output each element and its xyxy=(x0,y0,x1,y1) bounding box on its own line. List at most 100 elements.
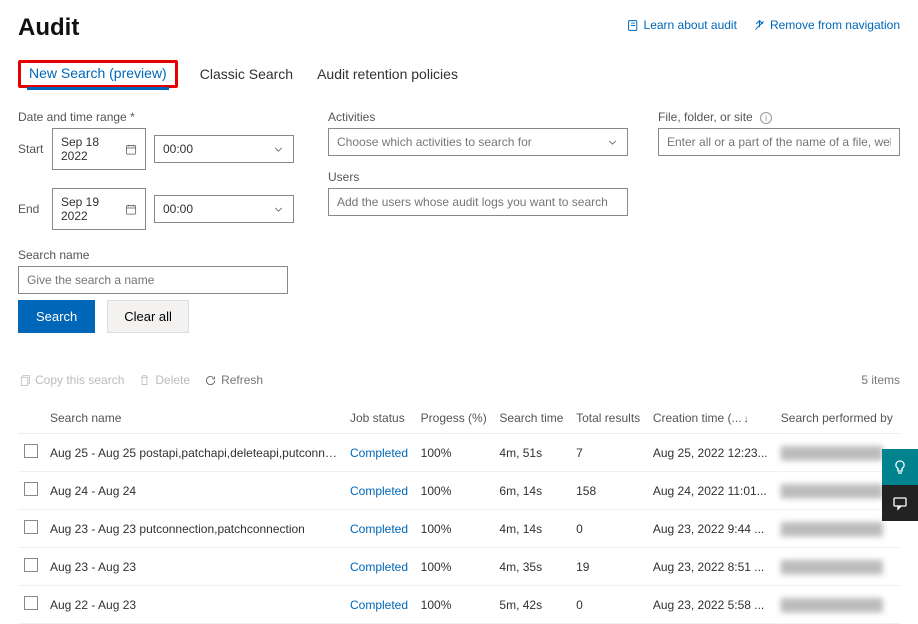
cell-results: 158 xyxy=(570,472,647,510)
cell-results: 19 xyxy=(570,548,647,586)
date-range-label: Date and time range * xyxy=(18,110,298,124)
cell-status[interactable]: Completed xyxy=(350,484,408,498)
trash-icon xyxy=(138,374,151,387)
delete-button: Delete xyxy=(138,373,190,387)
search-button[interactable]: Search xyxy=(18,300,95,333)
cell-status[interactable]: Completed xyxy=(350,446,408,460)
chevron-down-icon xyxy=(606,136,619,149)
start-time-input[interactable]: 00:00 xyxy=(154,135,294,163)
table-row[interactable]: Aug 23 - Aug 23 putconnection,patchconne… xyxy=(18,510,900,548)
row-checkbox[interactable] xyxy=(24,482,38,496)
table-row[interactable]: Aug 23 - Aug 23 Completed 100%4m, 35s19Aug… xyxy=(18,548,900,586)
cell-creation: Aug 25, 2022 12:23... xyxy=(647,434,775,472)
item-count: 5 items xyxy=(861,373,900,387)
start-date-input[interactable]: Sep 18 2022 xyxy=(52,128,146,170)
row-checkbox[interactable] xyxy=(24,444,38,458)
cell-creation: Aug 24, 2022 11:01... xyxy=(647,472,775,510)
tab-classic-search[interactable]: Classic Search xyxy=(198,60,295,88)
refresh-button[interactable]: Refresh xyxy=(204,373,263,387)
row-checkbox[interactable] xyxy=(24,558,38,572)
cell-time: 4m, 14s xyxy=(493,510,570,548)
cell-progress: 100% xyxy=(415,548,494,586)
cell-results: 7 xyxy=(570,434,647,472)
col-progress[interactable]: Progess (%) xyxy=(415,403,494,434)
start-date-value: Sep 18 2022 xyxy=(61,135,125,163)
start-time-value: 00:00 xyxy=(163,142,193,156)
col-results[interactable]: Total results xyxy=(570,403,647,434)
table-row[interactable]: Aug 22 - Aug 23 Completed 100%5m, 42s0Aug … xyxy=(18,586,900,624)
calendar-icon xyxy=(125,203,137,216)
info-icon[interactable]: i xyxy=(760,112,772,124)
page-title: Audit xyxy=(18,14,79,42)
cell-status[interactable]: Completed xyxy=(350,560,408,574)
cell-time: 5m, 42s xyxy=(493,586,570,624)
cell-creation: Aug 23, 2022 8:51 ... xyxy=(647,548,775,586)
end-label: End xyxy=(18,202,44,216)
col-time[interactable]: Search time xyxy=(493,403,570,434)
start-label: Start xyxy=(18,142,44,156)
end-date-value: Sep 19 2022 xyxy=(61,195,125,223)
end-time-value: 00:00 xyxy=(163,202,193,216)
search-name-input[interactable] xyxy=(18,266,288,294)
end-date-input[interactable]: Sep 19 2022 xyxy=(52,188,146,230)
cell-status[interactable]: Completed xyxy=(350,522,408,536)
results-table: Search name Job status Progess (%) Searc… xyxy=(18,403,900,624)
end-time-input[interactable]: 00:00 xyxy=(154,195,294,223)
cell-status[interactable]: Completed xyxy=(350,598,408,612)
chevron-down-icon xyxy=(272,143,285,156)
chat-icon xyxy=(892,495,908,511)
chat-button[interactable] xyxy=(882,485,918,521)
copy-icon xyxy=(18,374,31,387)
col-creation[interactable]: Creation time (...↓ xyxy=(647,403,775,434)
cell-progress: 100% xyxy=(415,472,494,510)
cell-progress: 100% xyxy=(415,586,494,624)
cell-name: Aug 23 - Aug 23 putconnection,patchconne… xyxy=(44,510,344,548)
tab-new-search[interactable]: New Search (preview) xyxy=(27,59,169,90)
cell-progress: 100% xyxy=(415,434,494,472)
users-input[interactable] xyxy=(328,188,628,216)
chevron-down-icon xyxy=(272,203,285,216)
col-name[interactable]: Search name xyxy=(44,403,344,434)
activities-placeholder: Choose which activities to search for xyxy=(337,135,532,149)
cell-name: Aug 25 - Aug 25 postapi,patchapi,deletea… xyxy=(44,434,344,472)
cell-name: Aug 22 - Aug 23 xyxy=(44,586,344,624)
col-status[interactable]: Job status xyxy=(344,403,415,434)
file-label: File, folder, or site i xyxy=(658,110,900,124)
cell-name: Aug 24 - Aug 24 xyxy=(44,472,344,510)
cell-user: ████████████ xyxy=(775,586,900,624)
tabs: New Search (preview) Classic Search Audi… xyxy=(18,60,900,88)
row-checkbox[interactable] xyxy=(24,596,38,610)
clear-all-button[interactable]: Clear all xyxy=(107,300,189,333)
remove-label: Remove from navigation xyxy=(770,18,900,32)
lightbulb-icon xyxy=(892,459,908,475)
unpin-icon xyxy=(753,19,766,32)
col-user[interactable]: Search performed by xyxy=(775,403,900,434)
cell-time: 4m, 35s xyxy=(493,548,570,586)
feedback-button[interactable] xyxy=(882,449,918,485)
learn-about-audit-link[interactable]: Learn about audit xyxy=(627,18,737,32)
cell-results: 0 xyxy=(570,510,647,548)
file-input[interactable] xyxy=(658,128,900,156)
copy-search-button: Copy this search xyxy=(18,373,124,387)
cell-time: 6m, 14s xyxy=(493,472,570,510)
remove-from-nav-link[interactable]: Remove from navigation xyxy=(753,18,900,32)
sort-down-icon: ↓ xyxy=(744,414,749,425)
users-label: Users xyxy=(328,170,628,184)
cell-results: 0 xyxy=(570,586,647,624)
cell-creation: Aug 23, 2022 5:58 ... xyxy=(647,586,775,624)
highlight-box: New Search (preview) xyxy=(18,60,178,88)
activities-select[interactable]: Choose which activities to search for xyxy=(328,128,628,156)
cell-user: ████████████ xyxy=(775,548,900,586)
cell-name: Aug 23 - Aug 23 xyxy=(44,548,344,586)
cell-creation: Aug 23, 2022 9:44 ... xyxy=(647,510,775,548)
table-row[interactable]: Aug 24 - Aug 24 Completed 100%6m, 14s158Au… xyxy=(18,472,900,510)
learn-label: Learn about audit xyxy=(644,18,737,32)
book-icon xyxy=(627,19,640,32)
cell-time: 4m, 51s xyxy=(493,434,570,472)
activities-label: Activities xyxy=(328,110,628,124)
tab-retention[interactable]: Audit retention policies xyxy=(315,60,460,88)
row-checkbox[interactable] xyxy=(24,520,38,534)
searchname-label: Search name xyxy=(18,248,298,262)
refresh-icon xyxy=(204,374,217,387)
table-row[interactable]: Aug 25 - Aug 25 postapi,patchapi,deletea… xyxy=(18,434,900,472)
